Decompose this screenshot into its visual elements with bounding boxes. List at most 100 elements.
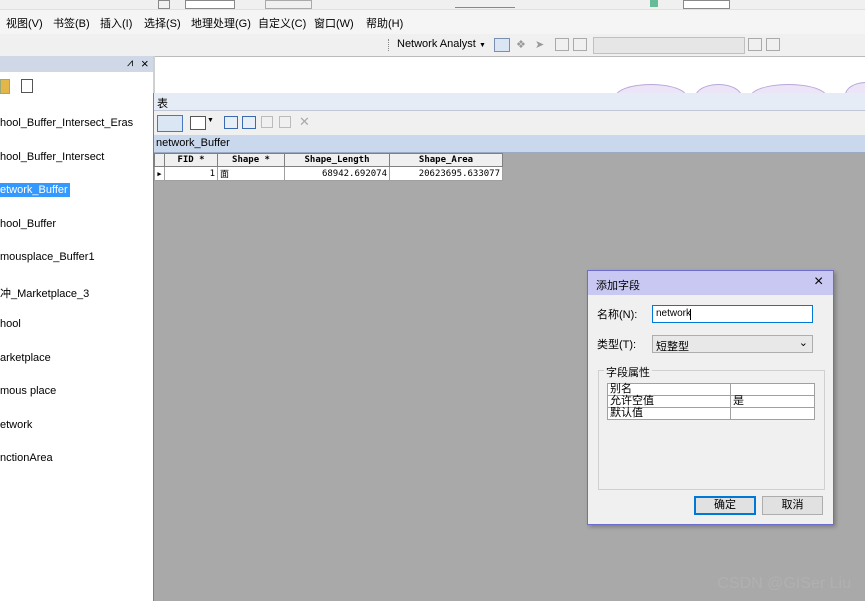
solve-icon[interactable]: ➤: [535, 38, 549, 51]
new-route-icon[interactable]: ❖: [516, 38, 530, 51]
toolbar-tool-icon[interactable]: [455, 0, 515, 8]
toc-layer-item[interactable]: hool_Buffer: [0, 218, 56, 230]
table-window-title: 表: [157, 98, 168, 110]
grid-icon[interactable]: [748, 38, 762, 51]
network-analyst-label: Network Analyst: [397, 38, 476, 50]
close-icon[interactable]: ×: [141, 56, 149, 71]
name-input-value: network: [656, 308, 692, 319]
toolbar-grip[interactable]: [388, 39, 391, 51]
toolbar-tool-icon[interactable]: [265, 0, 312, 9]
chevron-down-icon: ▼: [478, 42, 486, 49]
field-properties-group: 字段属性 别名 允许空值 是 默认值: [598, 364, 825, 490]
toc-layer-item[interactable]: hool_Buffer_Intersect_Eras: [0, 117, 133, 129]
pin-icon[interactable]: ⩘: [127, 57, 133, 70]
watermark-text: CSDN @GISer Liu: [717, 575, 851, 592]
name-label: 名称(N):: [597, 309, 638, 321]
toc-layer-item[interactable]: mousplace_Buffer1: [0, 251, 95, 263]
row-selector-header: [154, 153, 165, 167]
clear-selection-icon[interactable]: [261, 116, 273, 128]
cell-shape-length[interactable]: 68942.692074: [284, 166, 390, 181]
table-toolbar: ▼ ✕: [154, 111, 865, 136]
menu-help[interactable]: 帮助(H): [366, 15, 403, 31]
column-header-shape-length[interactable]: Shape_Length: [284, 153, 390, 167]
layer-dropdown[interactable]: [593, 37, 745, 54]
toc-layer-item[interactable]: hool: [0, 318, 21, 330]
property-value[interactable]: 是: [730, 395, 815, 408]
add-field-dialog: 添加字段 × 名称(N): network 类型(T): 短整型 ⌄ 字段属性 …: [587, 270, 834, 525]
table-row[interactable]: ▶ 1 面 68942.692074 20623695.633077: [154, 166, 503, 181]
menu-insert[interactable]: 插入(I): [100, 15, 132, 31]
menu-bookmarks[interactable]: 书签(B): [53, 15, 90, 31]
directions-icon[interactable]: [555, 38, 569, 51]
toc-layer-item[interactable]: nctionArea: [0, 452, 53, 464]
column-header-shape[interactable]: Shape *: [217, 153, 285, 167]
toc-layer-item[interactable]: hool_Buffer_Intersect: [0, 151, 104, 163]
property-row[interactable]: 默认值: [607, 407, 815, 420]
map-view[interactable]: [155, 56, 865, 110]
property-row[interactable]: 允许空值 是: [607, 395, 815, 408]
scale-dropdown[interactable]: [185, 0, 235, 9]
property-value[interactable]: [730, 407, 815, 420]
network-analyst-window-icon[interactable]: [494, 38, 510, 52]
toc-layer-item[interactable]: arketplace: [0, 352, 51, 364]
top-toolbar: [0, 0, 865, 10]
menu-window[interactable]: 窗口(W): [314, 15, 354, 31]
table-window-titlebar[interactable]: 表: [154, 93, 865, 111]
property-value[interactable]: [730, 383, 815, 396]
type-select-value: 短整型: [656, 341, 689, 353]
toc-layer-item-selected[interactable]: etwork_Buffer: [0, 183, 70, 197]
toc-layer-item[interactable]: mous place: [0, 385, 56, 397]
delete-selected-icon[interactable]: ✕: [299, 114, 310, 130]
zoom-to-selected-icon[interactable]: [279, 116, 291, 128]
attribute-grid: FID * Shape * Shape_Length Shape_Area ▶ …: [154, 153, 503, 181]
column-header-shape-area[interactable]: Shape_Area: [389, 153, 503, 167]
menu-customize[interactable]: 自定义(C): [258, 15, 306, 31]
field-properties-label: 字段属性: [604, 364, 652, 380]
column-header-fid[interactable]: FID *: [164, 153, 218, 167]
network-analyst-menu[interactable]: Network Analyst ▼: [397, 38, 486, 50]
menu-select[interactable]: 选择(S): [144, 15, 181, 31]
current-row-arrow-icon[interactable]: ▶: [154, 166, 165, 181]
list-by-drawing-order-icon[interactable]: [21, 79, 33, 93]
cell-shape[interactable]: 面: [217, 166, 285, 181]
toolbar-dropdown[interactable]: [683, 0, 730, 9]
list-by-source-icon[interactable]: [0, 79, 10, 94]
type-label: 类型(T):: [597, 339, 637, 351]
dialog-title: 添加字段: [596, 280, 640, 292]
toc-layer-item[interactable]: 冲_Marketplace_3: [0, 285, 89, 301]
table-of-contents: ⩘ × hool_Buffer_Intersect_Eras hool_Buff…: [0, 56, 155, 601]
table-tab-label: network_Buffer: [156, 137, 230, 149]
toolbar-tool-icon[interactable]: [158, 0, 170, 9]
toc-layer-item[interactable]: etwork: [0, 419, 32, 431]
property-key: 允许空值: [607, 395, 731, 408]
menu-bar: 视图(V) 书签(B) 插入(I) 选择(S) 地理处理(G) 自定义(C) 窗…: [0, 10, 865, 34]
cell-shape-area[interactable]: 20623695.633077: [389, 166, 503, 181]
chevron-down-icon[interactable]: ▼: [207, 117, 214, 124]
table-tab[interactable]: network_Buffer: [154, 135, 865, 153]
text-caret: [690, 309, 691, 320]
name-input[interactable]: network: [652, 305, 813, 323]
field-properties-table: 别名 允许空值 是 默认值: [607, 383, 815, 420]
related-tables-icon[interactable]: [190, 116, 206, 130]
network-identify-icon[interactable]: [573, 38, 587, 51]
menu-geoprocessing[interactable]: 地理处理(G): [191, 15, 251, 31]
dialog-titlebar[interactable]: 添加字段 ×: [588, 271, 833, 295]
close-icon[interactable]: ×: [814, 273, 823, 291]
select-by-attributes-icon[interactable]: [224, 116, 238, 129]
table-options-icon[interactable]: [157, 115, 183, 132]
options-icon[interactable]: [766, 38, 780, 51]
cell-fid[interactable]: 1: [164, 166, 218, 181]
toc-header: ⩘ ×: [0, 56, 153, 72]
network-analyst-toolbar: Network Analyst ▼ ❖ ➤: [0, 34, 865, 56]
property-key: 别名: [607, 383, 731, 396]
switch-selection-icon[interactable]: [242, 116, 256, 129]
type-select[interactable]: 短整型 ⌄: [652, 335, 813, 353]
property-key: 默认值: [607, 407, 731, 420]
toc-toolbar: [0, 76, 153, 98]
toolbar-tool-icon[interactable]: [650, 0, 658, 7]
property-row[interactable]: 别名: [607, 383, 815, 396]
menu-view[interactable]: 视图(V): [6, 15, 43, 31]
cancel-button[interactable]: 取消: [762, 496, 823, 515]
ok-button[interactable]: 确定: [694, 496, 756, 515]
chevron-down-icon: ⌄: [798, 337, 808, 349]
